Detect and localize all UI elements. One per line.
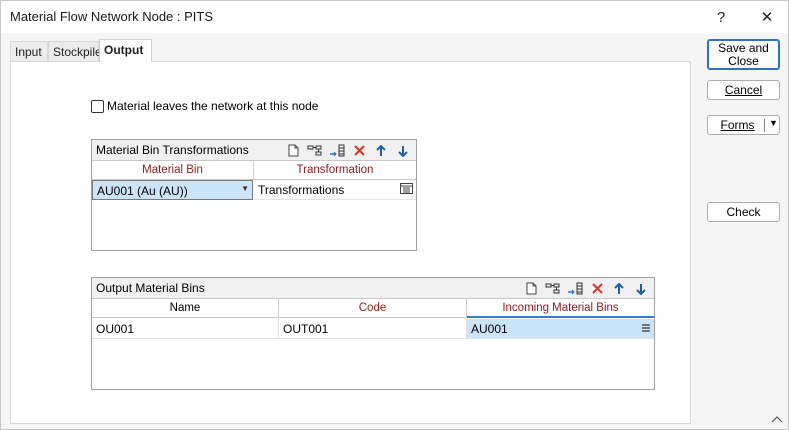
incoming-bins-cell[interactable]: AU001 (467, 319, 654, 339)
chevron-up-icon[interactable] (771, 412, 783, 426)
help-button[interactable]: ? (703, 5, 739, 29)
list-editor-icon[interactable] (641, 322, 651, 336)
split-divider (764, 119, 765, 132)
tab-input[interactable]: Input (10, 41, 48, 62)
append-row-icon[interactable] (564, 280, 586, 297)
move-up-icon[interactable] (608, 280, 630, 297)
leaves-network-label: Material leaves the network at this node (107, 99, 319, 113)
title-bar: Material Flow Network Node : PITS ? ✕ (1, 1, 788, 33)
insert-row-icon[interactable] (542, 280, 564, 297)
column-header-incoming-material-bins[interactable]: Incoming Material Bins (467, 299, 654, 318)
grid-toolbar: Material Bin Transformations (92, 140, 416, 161)
chevron-down-icon[interactable]: ▼ (241, 184, 249, 193)
close-button[interactable]: ✕ (749, 5, 785, 29)
delete-row-icon[interactable] (348, 142, 370, 159)
cancel-button[interactable]: Cancel (707, 80, 780, 100)
append-row-icon[interactable] (326, 142, 348, 159)
name-cell[interactable]: OU001 (92, 319, 279, 339)
incoming-bins-value: AU001 (471, 322, 508, 336)
transformation-cell[interactable]: Transformations (254, 180, 416, 200)
move-up-icon[interactable] (370, 142, 392, 159)
check-button[interactable]: Check (707, 202, 780, 222)
column-header-name[interactable]: Name (92, 299, 279, 318)
column-header-transformation[interactable]: Transformation (254, 161, 416, 180)
output-tab-panel: Material leaves the network at this node… (10, 61, 691, 424)
material-bin-combo[interactable]: AU001 (Au (AU)) ▼ (92, 180, 253, 200)
grid-title: Output Material Bins (96, 281, 205, 295)
new-row-icon[interactable] (520, 280, 542, 297)
output-material-bins-grid: Output Material Bins Name Code Incoming … (91, 277, 655, 390)
cancel-label: Cancel (724, 83, 763, 97)
column-header-material-bin[interactable]: Material Bin (92, 161, 254, 180)
delete-row-icon[interactable] (586, 280, 608, 297)
dialog-window: Material Flow Network Node : PITS ? ✕ In… (0, 0, 789, 430)
grid-tools (282, 142, 414, 159)
save-and-close-button[interactable]: Save and Close (707, 39, 780, 70)
code-value: OUT001 (283, 322, 329, 336)
chevron-down-icon[interactable]: ▼ (769, 118, 778, 128)
forms-split-button[interactable]: Forms ▼ (707, 115, 780, 135)
leaves-network-checkbox[interactable] (91, 99, 104, 113)
code-cell[interactable]: OUT001 (279, 319, 467, 339)
move-down-icon[interactable] (392, 142, 414, 159)
grid-title: Material Bin Transformations (96, 143, 249, 157)
tab-stockpile[interactable]: Stockpile (48, 41, 102, 62)
grid-tools (520, 280, 652, 297)
window-title: Material Flow Network Node : PITS (10, 9, 214, 24)
move-down-icon[interactable] (630, 280, 652, 297)
material-bin-transformations-grid: Material Bin Transformations Material Bi… (91, 139, 417, 251)
leaves-network-option[interactable]: Material leaves the network at this node (91, 99, 318, 113)
transformation-value: Transformations (258, 183, 345, 197)
column-header-code[interactable]: Code (279, 299, 467, 318)
grid-toolbar: Output Material Bins (92, 278, 654, 299)
new-row-icon[interactable] (282, 142, 304, 159)
tab-output[interactable]: Output (99, 39, 152, 62)
name-value: OU001 (96, 322, 135, 336)
insert-row-icon[interactable] (304, 142, 326, 159)
material-bin-value: AU001 (Au (AU)) (97, 184, 188, 198)
grid-editor-icon[interactable] (400, 183, 413, 197)
forms-label: Forms (720, 118, 755, 132)
